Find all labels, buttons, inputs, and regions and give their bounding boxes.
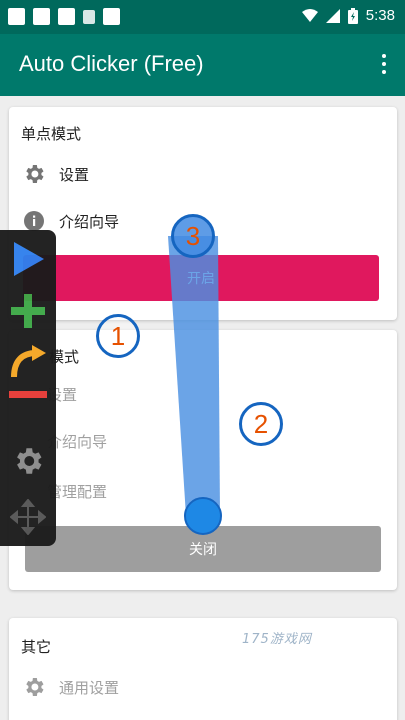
notification-icon (83, 10, 95, 24)
marker-2-label: 2 (253, 408, 269, 439)
general-settings-label: 通用设置 (59, 678, 120, 697)
settings-icon[interactable] (0, 436, 56, 486)
wifi-icon (301, 8, 318, 22)
notification-icons (8, 8, 120, 25)
app-bar: Auto Clicker (Free) (0, 34, 405, 96)
click-marker-1[interactable]: 1 (96, 314, 140, 358)
single-settings-label: 设置 (59, 165, 90, 184)
single-guide-label: 介绍向导 (59, 212, 120, 231)
click-marker-3[interactable]: 3 (171, 214, 215, 258)
battery-icon (347, 7, 358, 24)
watermark: 175游戏网 (242, 632, 312, 647)
single-mode-title: 单点模式 (21, 125, 82, 143)
remove-icon[interactable] (0, 380, 56, 410)
multi-manage-label: 管理配置 (47, 483, 108, 501)
multi-guide-row[interactable]: 介绍向导 (47, 431, 107, 452)
other-card: 其它 通用设置 (9, 618, 397, 720)
multi-guide-label: 介绍向导 (47, 433, 108, 451)
click-marker-2[interactable]: 2 (239, 402, 283, 446)
status-bar: 5:38 (0, 0, 405, 34)
single-settings-row[interactable]: 设置 (21, 161, 89, 187)
other-title: 其它 (21, 638, 52, 656)
marker-3-label: 3 (185, 220, 201, 251)
move-icon[interactable] (0, 492, 56, 542)
gear-icon (21, 161, 47, 187)
multi-mode-card: 模式 设置 介绍向导 管理配置 关闭 (9, 330, 397, 590)
marker-1-label: 1 (110, 320, 126, 351)
close-button[interactable]: 关闭 (25, 526, 381, 572)
status-time: 5:38 (365, 7, 395, 24)
notification-icon (8, 8, 25, 25)
single-mode-card: 单点模式 设置 介绍向导 开启 (9, 107, 397, 320)
app-title: Auto Clicker (Free) (19, 51, 204, 76)
status-indicators: 5:38 (301, 7, 395, 24)
start-button[interactable]: 开启 (23, 255, 379, 301)
gear-icon (21, 674, 47, 700)
signal-icon (325, 8, 340, 23)
floating-toolbar (0, 230, 56, 546)
general-settings-row[interactable]: 通用设置 (21, 674, 119, 700)
swipe-icon[interactable] (0, 336, 56, 386)
add-icon[interactable] (0, 286, 56, 336)
notification-icon (103, 8, 120, 25)
more-vert-icon[interactable] (381, 54, 387, 76)
notification-icon (33, 8, 50, 25)
play-icon[interactable] (0, 234, 56, 284)
multi-manage-row[interactable]: 管理配置 (47, 481, 107, 502)
notification-icon (58, 8, 75, 25)
screen: 5:38 Auto Clicker (Free) 单点模式 设置 介绍向导 开启… (0, 0, 405, 720)
